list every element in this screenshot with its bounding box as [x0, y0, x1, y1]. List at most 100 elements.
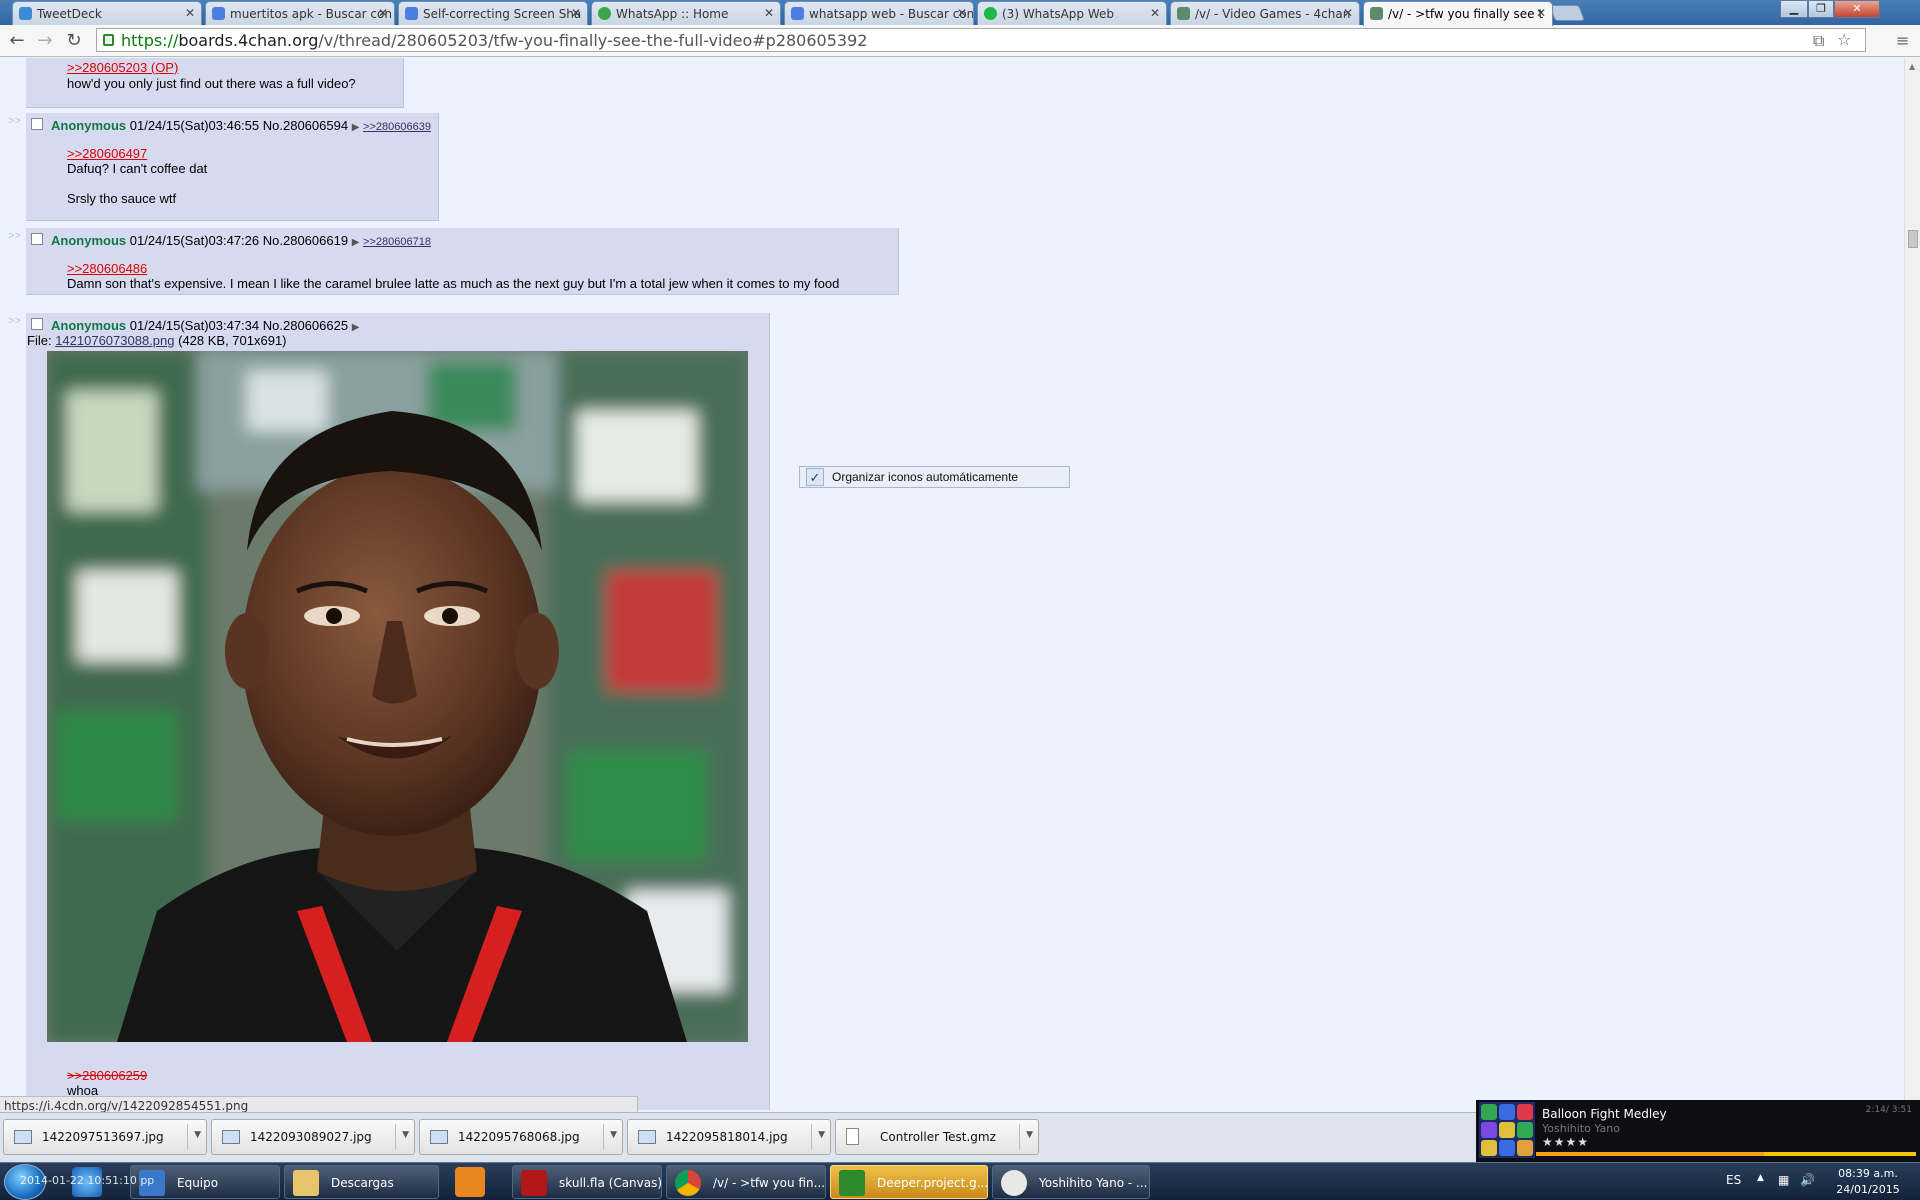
post-menu-arrow-icon[interactable]: ▶ — [352, 237, 360, 248]
task-flash[interactable]: skull.fla (Canvas) — [512, 1165, 662, 1199]
clover-icon — [1177, 7, 1190, 20]
page-icon — [405, 7, 418, 20]
window-close-button[interactable]: ✕ — [1834, 0, 1880, 18]
task-descargas[interactable]: Descargas — [284, 1165, 439, 1199]
document-file-icon — [846, 1128, 859, 1145]
game-maker-icon — [839, 1170, 865, 1196]
forward-button[interactable]: → — [34, 30, 56, 51]
restore-button[interactable]: ❐ — [1808, 0, 1834, 18]
google-icon — [212, 7, 225, 20]
post-datetime: 01/24/15(Sat)03:47:26 — [129, 233, 260, 248]
close-icon[interactable]: ✕ — [1343, 6, 1353, 20]
whatsapp-icon — [984, 7, 997, 20]
page-action-icon[interactable]: ⧉ — [1813, 31, 1824, 51]
tab-tweetdeck[interactable]: TweetDeck ✕ — [12, 1, 202, 25]
clock-time: 08:39 a.m. — [1838, 1167, 1898, 1180]
check-icon: ✓ — [806, 468, 824, 486]
system-clock[interactable]: 08:39 a.m. 24/01/2015 — [1826, 1166, 1910, 1198]
task-game-maker[interactable]: Deeper.project.g... — [830, 1165, 988, 1199]
download-item[interactable]: Controller Test.gmz ▼ — [835, 1119, 1039, 1155]
flash-icon — [521, 1170, 547, 1196]
post-number[interactable]: No.280606594 — [263, 118, 348, 133]
close-icon[interactable]: ✕ — [571, 6, 581, 20]
language-indicator[interactable]: ES — [1726, 1173, 1741, 1187]
quote-link[interactable]: >>280606486 — [67, 261, 147, 276]
post-checkbox[interactable] — [31, 233, 43, 245]
close-icon[interactable]: ✕ — [764, 6, 774, 20]
network-icon[interactable]: ▦ — [1778, 1173, 1789, 1187]
poster-name: Anonymous — [51, 118, 127, 133]
bookmark-star-icon[interactable]: ☆ — [1837, 30, 1851, 49]
browser-toolbar: ← → ↻ https://boards.4chan.org/v/thread/… — [0, 25, 1920, 57]
tab-v-thread[interactable]: /v/ - >tfw you finally see t ✕ — [1363, 1, 1553, 26]
download-item[interactable]: 1422095768068.jpg ▼ — [419, 1119, 623, 1155]
tab-whatsapp-home[interactable]: WhatsApp :: Home ✕ — [591, 1, 781, 25]
chevron-down-icon[interactable]: ▼ — [194, 1130, 201, 1140]
post-checkbox[interactable] — [31, 118, 43, 130]
back-button[interactable]: ← — [6, 30, 28, 51]
task-label: Deeper.project.g... — [877, 1176, 988, 1190]
address-bar[interactable]: https://boards.4chan.org/v/thread/280605… — [96, 28, 1866, 52]
post-text: how'd you only just find out there was a… — [67, 76, 356, 91]
music-player-icon — [1001, 1170, 1027, 1196]
tray-expand-icon[interactable]: ▲ — [1757, 1173, 1764, 1183]
chevron-down-icon[interactable]: ▼ — [1026, 1130, 1033, 1140]
post-text: Dafuq? I can't coffee dat — [67, 161, 208, 176]
tab-v-board[interactable]: /v/ - Video Games - 4chan ✕ — [1170, 1, 1360, 25]
close-icon[interactable]: ✕ — [378, 6, 388, 20]
post-number[interactable]: No.280606619 — [263, 233, 348, 248]
post-datetime: 01/24/15(Sat)03:46:55 — [129, 118, 260, 133]
download-item[interactable]: 1422095818014.jpg ▼ — [627, 1119, 831, 1155]
artist-name: Yoshihito Yano — [1542, 1122, 1620, 1135]
close-icon[interactable]: ✕ — [185, 6, 195, 20]
download-item[interactable]: 1422097513697.jpg ▼ — [3, 1119, 207, 1155]
menu-icon[interactable]: ≡ — [1896, 31, 1909, 50]
close-icon[interactable]: ✕ — [1150, 6, 1160, 20]
media-player-widget[interactable]: Balloon Fight Medley Yoshihito Yano ★★★★… — [1476, 1100, 1920, 1162]
post-datetime: 01/24/15(Sat)03:47:34 — [129, 318, 260, 333]
download-filename: 1422095768068.jpg — [458, 1130, 580, 1144]
scroll-up-icon[interactable]: ▲ — [1909, 62, 1915, 71]
new-tab-button[interactable] — [1549, 5, 1585, 21]
backlink[interactable]: >>280606718 — [363, 236, 431, 248]
file-link[interactable]: 1421076073088.png — [55, 333, 174, 348]
chevron-down-icon[interactable]: ▼ — [610, 1130, 617, 1140]
chevron-down-icon[interactable]: ▼ — [818, 1130, 825, 1140]
media-player-icon[interactable] — [455, 1167, 485, 1197]
scrollbar-thumb[interactable] — [1908, 230, 1918, 248]
download-item[interactable]: 1422093089027.jpg ▼ — [211, 1119, 415, 1155]
post-menu-arrow-icon[interactable]: ▶ — [352, 122, 360, 133]
reload-button[interactable]: ↻ — [63, 30, 85, 51]
task-music-player[interactable]: Yoshihito Yano - ... — [992, 1165, 1150, 1199]
auto-arrange-icons-option[interactable]: ✓ Organizar iconos automáticamente — [799, 466, 1070, 488]
volume-icon[interactable]: 🔊 — [1800, 1173, 1815, 1187]
quote-link[interactable]: >>280606497 — [67, 146, 147, 161]
post-image[interactable] — [47, 351, 748, 1042]
image-file-icon — [638, 1130, 656, 1144]
song-title: Balloon Fight Medley — [1542, 1107, 1667, 1121]
backlink[interactable]: >>280606639 — [363, 121, 431, 133]
file-info: File: 1421076073088.png (428 KB, 701x691… — [27, 333, 287, 348]
post-text: Srsly tho sauce wtf — [67, 191, 177, 206]
post-checkbox[interactable] — [31, 318, 43, 330]
rating-stars[interactable]: ★★★★ — [1542, 1135, 1589, 1149]
twitter-icon — [19, 7, 32, 20]
tab-search-muertitos[interactable]: muertitos apk - Buscar con ✕ — [205, 1, 395, 25]
dead-quote-link[interactable]: >>280606259 — [67, 1068, 147, 1083]
post-number[interactable]: No.280606625 — [263, 318, 348, 333]
download-shelf: 1422097513697.jpg ▼ 1422093089027.jpg ▼ … — [0, 1112, 1476, 1162]
close-icon[interactable]: ✕ — [1536, 6, 1546, 20]
chevron-down-icon[interactable]: ▼ — [402, 1130, 409, 1140]
tab-self-correcting[interactable]: Self-correcting Screen Sha ✕ — [398, 1, 588, 25]
download-filename: 1422095818014.jpg — [666, 1130, 788, 1144]
track-progress-bar[interactable] — [1536, 1152, 1916, 1156]
option-label: Organizar iconos automáticamente — [832, 470, 1019, 484]
task-chrome[interactable]: /v/ - >tfw you fin... — [666, 1165, 826, 1199]
vertical-scrollbar[interactable]: ▲ — [1904, 58, 1920, 1110]
minimize-button[interactable]: ▁ — [1780, 0, 1808, 18]
tab-whatsapp-web[interactable]: (3) WhatsApp Web ✕ — [977, 1, 1167, 25]
tab-search-whatsapp[interactable]: whatsapp web - Buscar con ✕ — [784, 1, 974, 25]
close-icon[interactable]: ✕ — [957, 6, 967, 20]
post-menu-arrow-icon[interactable]: ▶ — [352, 322, 360, 333]
op-quote-link[interactable]: >>280605203 (OP) — [67, 60, 178, 75]
